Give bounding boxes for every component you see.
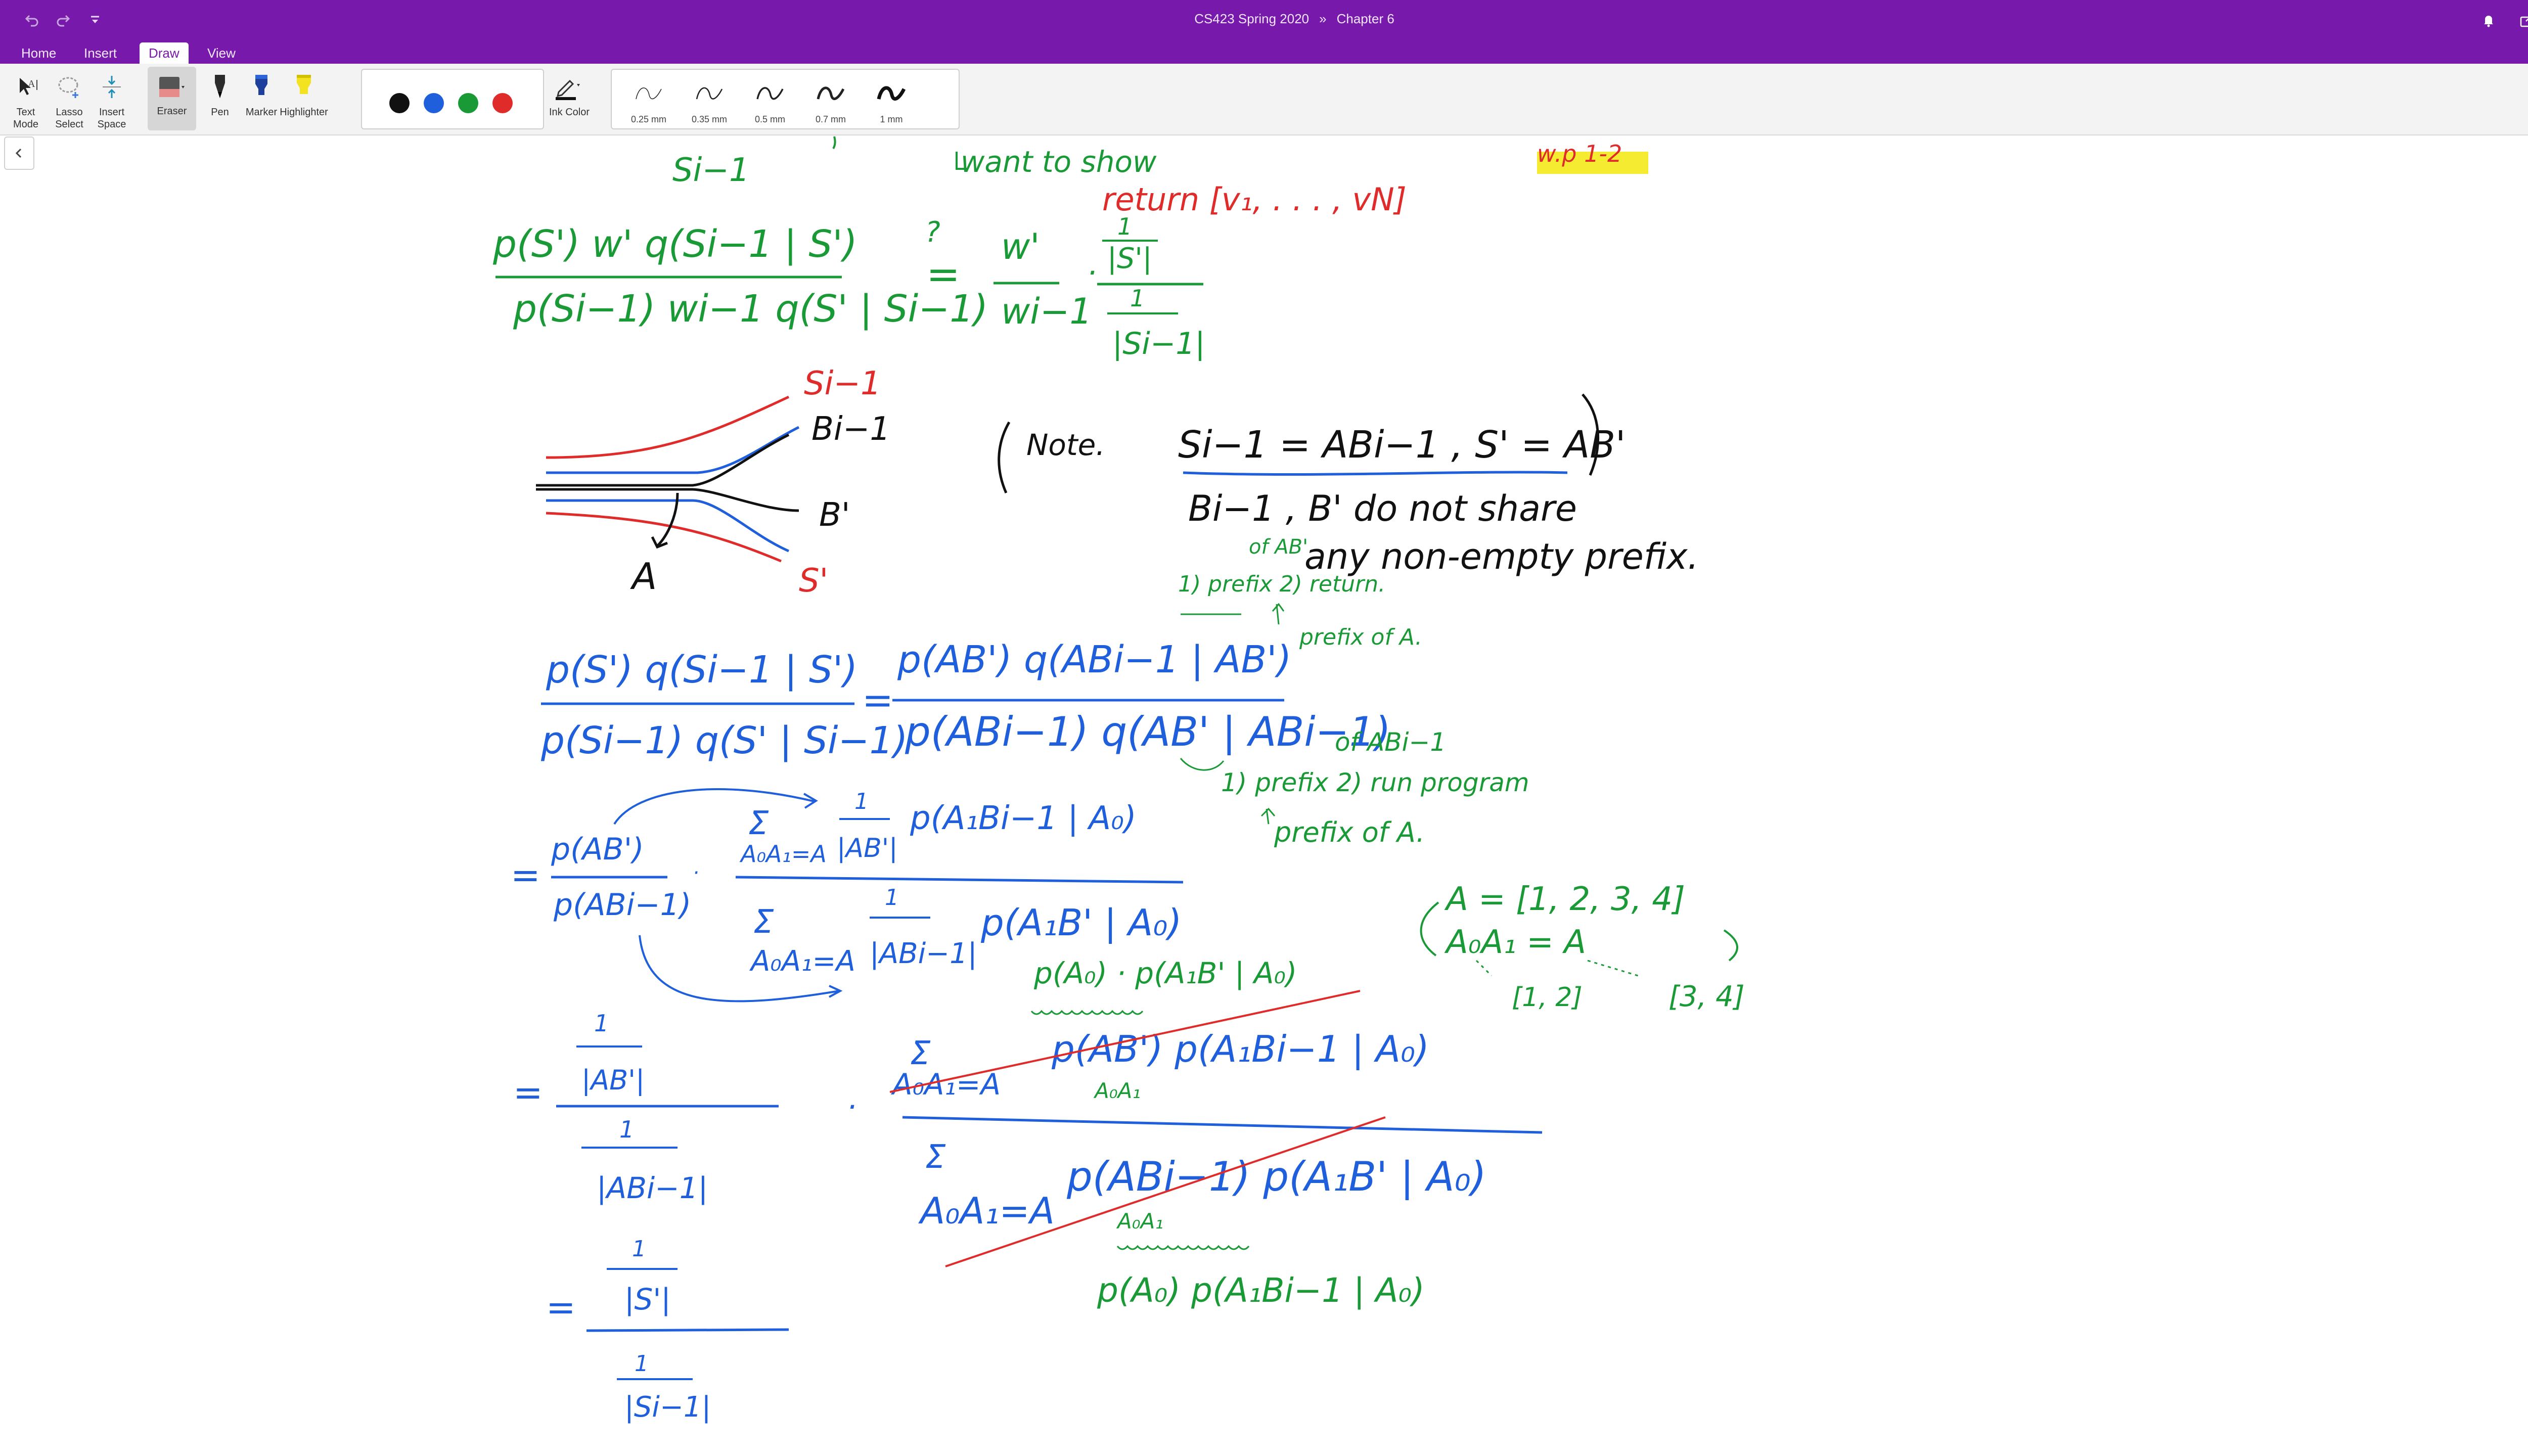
ink-eq1-eq: = — [926, 251, 960, 298]
ink-eq5-eq: = — [546, 1287, 576, 1328]
ink-eq1-r-den: wi−1 — [1001, 291, 1092, 332]
ink-eq2-prefix-a: prefix of A. — [1274, 816, 1425, 848]
ink-side-a: A = [1, 2, 3, 4] — [1444, 881, 1685, 918]
ink-eq1-f1d: |S'| — [1107, 242, 1152, 275]
ink-eq3-num: p(AB') — [551, 832, 644, 867]
ink-eq1-dot: · — [1087, 255, 1097, 291]
ink-eq3-sum-top-idx: A₀A₁=A — [739, 840, 827, 868]
ink-eq3-bot-d: |ABi−1| — [870, 937, 977, 970]
ink-eq4-top-expr: p(AB') p(A₁Bi−1 | A₀) — [1051, 1028, 1429, 1071]
ink-eq3-sum-bot: Σ — [753, 903, 774, 941]
ink-tree-bi: Bi−1 — [811, 411, 890, 448]
ink-eq4-green-bot: p(A₀) p(A₁Bi−1 | A₀) — [1097, 1271, 1425, 1310]
ink-eq4-green-top: p(A₀) · p(A₁B' | A₀) — [1033, 956, 1297, 990]
ink-eq2-of-abi: of ABi−1 — [1335, 727, 1446, 757]
ink-eq4-n2: 1 — [619, 1116, 634, 1143]
ink-eq4-sum-bot: Σ — [925, 1139, 946, 1176]
ink-side-a1: [3, 4] — [1668, 980, 1745, 1013]
ink-eq3-den: p(ABi−1) — [553, 887, 691, 923]
ink-tree-sp: S' — [799, 562, 828, 600]
ink-eq2-eq: = — [862, 678, 893, 722]
ink-eq2-rhs-num: p(AB') q(ABi−1 | AB') — [897, 638, 1291, 681]
ink-eq1-den: p(Si−1) wi−1 q(S' | Si−1) — [513, 287, 988, 331]
ink-eq5-d1: |S'| — [624, 1282, 671, 1316]
ink-eq3-bot-n: 1 — [885, 885, 899, 911]
ink-eq3-eq: = — [511, 854, 540, 896]
ink-eq5-d2: |Si−1| — [624, 1391, 711, 1424]
ink-note-prefix-a: prefix of A. — [1299, 624, 1422, 650]
ink-eq1-f1n: 1 — [1117, 213, 1132, 240]
ink-top-si: Si−1 — [672, 152, 750, 189]
ink-eq3-top-n: 1 — [854, 789, 869, 814]
ink-eq2-rhs-den: p(ABi−1) q(AB' | ABi−1) — [905, 708, 1391, 756]
ink-tree-bp: B' — [819, 496, 850, 534]
ink-eq5-n2: 1 — [635, 1351, 649, 1377]
ink-eq3-bot-p: p(A₁B' | A₀) — [980, 901, 1182, 944]
ink-eq5-n1: 1 — [632, 1236, 646, 1262]
ink-eq4-top-a0a1: A₀A₁ — [1093, 1078, 1141, 1103]
ink-wp: w.p 1-2 — [1537, 140, 1622, 167]
ink-eq1-r-num: w' — [1001, 226, 1040, 267]
ink-eq2-sub: 1) prefix 2) run program — [1221, 768, 1529, 797]
ink-eq4-d2: |ABi−1| — [597, 1171, 708, 1205]
ink-eq3-top-d: |AB'| — [837, 833, 898, 863]
ink-eq4-eq: = — [513, 1072, 543, 1113]
ink-eq3-sum-bot-idx: A₀A₁=A — [749, 945, 855, 978]
ink-eq1-num: p(S') w' q(Si−1 | S') — [492, 222, 857, 266]
ink-eq4-sum-bot-idx: A₀A₁=A — [918, 1190, 1055, 1232]
ink-eq1-f2n: 1 — [1130, 285, 1145, 312]
ink-eq4-bot-expr: p(ABi−1) p(A₁B' | A₀) — [1066, 1153, 1486, 1201]
ink-eq4-sum-top: Σ — [910, 1035, 931, 1072]
ink-branch-diagram — [536, 395, 800, 563]
handwritten-notes: Si−1 want to show return [v₁, . . . , vN… — [492, 136, 1745, 1424]
ink-eq1-q: ? — [925, 216, 940, 249]
ink-eq3-top-p: p(A₁Bi−1 | A₀) — [910, 800, 1137, 837]
ink-want-to-show: want to show — [961, 145, 1157, 179]
ink-note-of-ab: of AB' — [1249, 535, 1308, 559]
ink-eq4-bot-a0a1: A₀A₁ — [1116, 1209, 1163, 1234]
ink-note-line2: Bi−1 , B' do not share — [1188, 488, 1577, 529]
ink-eq3-dot: · — [693, 861, 699, 885]
ink-eq4-n1: 1 — [594, 1010, 609, 1037]
ink-tree-a: A — [630, 555, 657, 598]
ink-eq2-lhs-den: p(Si−1) q(S' | Si−1) — [540, 719, 908, 762]
ink-eq2-lhs-num: p(S') q(Si−1 | S') — [546, 648, 857, 692]
ink-eq4-dot: · — [847, 1089, 856, 1125]
ink-side-a0: [1, 2] — [1512, 982, 1583, 1013]
ink-return-vn: return [v₁, . . . , vN] — [1102, 181, 1407, 218]
ink-eq1-f2d: |Si−1| — [1112, 326, 1205, 361]
ink-note-label: Note. — [1026, 428, 1105, 462]
ink-eq4-d1: |AB'| — [581, 1064, 645, 1096]
ink-eq3-sum-top: Σ — [748, 805, 769, 842]
ink-side-split: A₀A₁ = A — [1444, 924, 1586, 961]
ink-note-eq: Si−1 = ABi−1 , S' = AB' — [1178, 423, 1626, 467]
ink-note-sub: 1) prefix 2) return. — [1178, 571, 1385, 597]
ink-tree-si: Si−1 — [804, 365, 881, 402]
